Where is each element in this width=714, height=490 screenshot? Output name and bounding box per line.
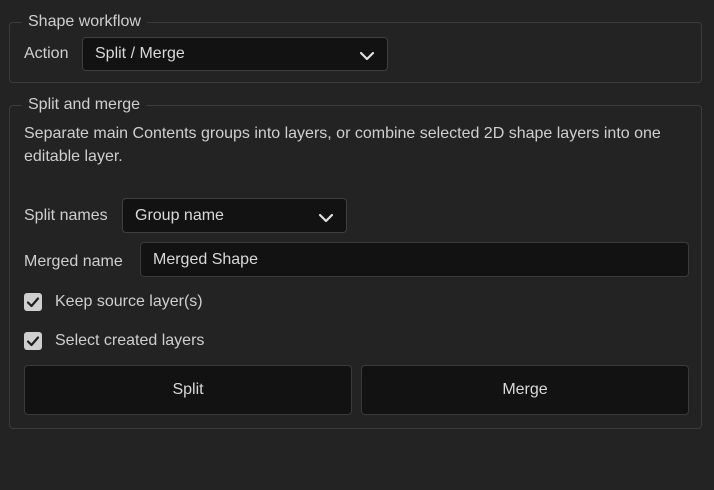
keep-source-label: Keep source layer(s) [55,293,203,310]
keep-source-row[interactable]: Keep source layer(s) [24,292,274,312]
keep-source-checkbox[interactable] [24,293,42,311]
chevron-down-icon [318,210,334,222]
action-label: Action [24,45,69,62]
checkmark-icon [26,297,40,308]
select-created-checkbox[interactable] [24,332,42,350]
split-merge-legend: Split and merge [22,95,147,115]
action-dropdown-value: Split / Merge [95,45,185,62]
chevron-down-icon [359,48,375,61]
shape-workflow-legend: Shape workflow [22,12,147,32]
split-names-label: Split names [24,207,108,224]
split-button[interactable]: Split [24,365,352,415]
merged-name-field[interactable] [141,243,688,276]
merged-name-label: Merged name [24,253,123,270]
merge-button[interactable]: Merge [361,365,689,415]
select-created-label: Select created layers [55,332,205,349]
split-names-dropdown-value: Group name [135,206,224,224]
checkmark-icon [26,336,40,347]
merged-name-field-wrap [140,242,689,277]
shape-workflow-group: Shape workflow Action Split / Merge [9,12,702,83]
split-names-dropdown[interactable]: Group name [122,198,347,233]
split-merge-description: Separate main Contents groups into layer… [24,125,661,165]
action-dropdown[interactable]: Split / Merge [82,37,388,71]
select-created-row[interactable]: Select created layers [24,331,274,351]
